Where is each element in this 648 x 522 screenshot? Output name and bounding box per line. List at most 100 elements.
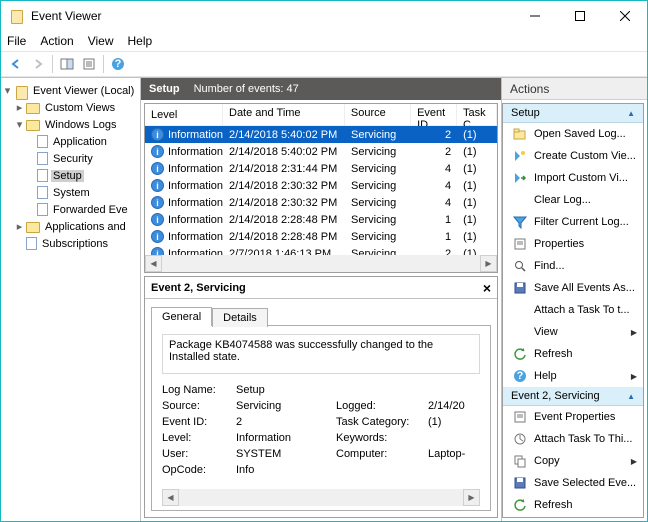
scroll-right-button[interactable]: ▶ bbox=[463, 489, 480, 506]
log-icon bbox=[37, 186, 48, 199]
label-logged: Logged: bbox=[336, 400, 428, 412]
information-icon: i bbox=[151, 247, 164, 255]
tree-forwarded[interactable]: Forwarded Eve bbox=[3, 201, 138, 218]
label: Copy bbox=[534, 455, 560, 467]
tab-general-body: Package KB4074588 was successfully chang… bbox=[151, 325, 491, 511]
action-save-all-events[interactable]: Save All Events As... bbox=[503, 277, 643, 299]
forward-button[interactable] bbox=[27, 53, 49, 75]
tree-subscriptions[interactable]: Subscriptions bbox=[3, 235, 138, 252]
tree-custom-views[interactable]: ▸Custom Views bbox=[3, 99, 138, 116]
menu-view[interactable]: View bbox=[88, 34, 114, 48]
table-row[interactable]: iInformation2/14/2018 2:28:48 PMServicin… bbox=[145, 211, 497, 228]
grid-body[interactable]: iInformation2/14/2018 5:40:02 PMServicin… bbox=[145, 126, 497, 255]
action-properties[interactable]: Properties bbox=[503, 233, 643, 255]
tab-general[interactable]: General bbox=[151, 307, 212, 326]
events-grid[interactable]: Level Date and Time Source Event ID Task… bbox=[144, 103, 498, 273]
properties-icon bbox=[513, 237, 527, 251]
action-attach-task-event[interactable]: Attach Task To Thi... bbox=[503, 428, 643, 450]
menu-help[interactable]: Help bbox=[128, 34, 153, 48]
titlebar[interactable]: Event Viewer bbox=[1, 1, 647, 31]
svg-text:?: ? bbox=[517, 370, 524, 382]
back-button[interactable] bbox=[5, 53, 27, 75]
action-save-selected[interactable]: Save Selected Eve... bbox=[503, 472, 643, 494]
action-filter-log[interactable]: Filter Current Log... bbox=[503, 211, 643, 233]
tree-pane[interactable]: ▾Event Viewer (Local) ▸Custom Views ▾Win… bbox=[1, 78, 141, 521]
tree-apps-services[interactable]: ▸Applications and bbox=[3, 218, 138, 235]
action-help-submenu[interactable]: ?Help▶ bbox=[503, 365, 643, 387]
action-event-properties[interactable]: Event Properties bbox=[503, 406, 643, 428]
action-clear-log[interactable]: Clear Log... bbox=[503, 189, 643, 211]
source: Servicing bbox=[345, 214, 411, 226]
source: Servicing bbox=[345, 197, 411, 209]
table-row[interactable]: iInformation2/7/2018 1:46:13 PMServicing… bbox=[145, 245, 497, 255]
col-source[interactable]: Source bbox=[345, 104, 411, 125]
table-row[interactable]: iInformation2/14/2018 2:30:32 PMServicin… bbox=[145, 177, 497, 194]
toolbar-separator bbox=[52, 55, 53, 73]
action-attach-task[interactable]: Attach a Task To t... bbox=[503, 299, 643, 321]
actions-section-setup[interactable]: Setup▲ bbox=[503, 104, 643, 123]
grid-h-scrollbar[interactable]: ◀▶ bbox=[145, 255, 497, 272]
close-detail-button[interactable]: × bbox=[483, 280, 491, 296]
actions-list: Setup▲ Open Saved Log... Create Custom V… bbox=[502, 103, 644, 518]
table-row[interactable]: iInformation2/14/2018 2:28:48 PMServicin… bbox=[145, 228, 497, 245]
scroll-right-button[interactable]: ▶ bbox=[480, 255, 497, 272]
col-level[interactable]: Level bbox=[145, 104, 223, 125]
scroll-left-button[interactable]: ◀ bbox=[162, 489, 179, 506]
table-row[interactable]: iInformation2/14/2018 2:30:32 PMServicin… bbox=[145, 194, 497, 211]
level: Information bbox=[168, 180, 223, 192]
label: Import Custom Vi... bbox=[534, 172, 628, 184]
properties-button[interactable] bbox=[78, 53, 100, 75]
table-row[interactable]: iInformation2/14/2018 2:31:44 PMServicin… bbox=[145, 160, 497, 177]
tree-security[interactable]: Security bbox=[3, 150, 138, 167]
clear-icon bbox=[513, 193, 527, 207]
col-date[interactable]: Date and Time bbox=[223, 104, 345, 125]
event-id: 4 bbox=[411, 163, 457, 175]
tree-setup[interactable]: Setup bbox=[3, 167, 138, 184]
menu-file[interactable]: File bbox=[7, 34, 26, 48]
col-task-category[interactable]: Task C... bbox=[457, 104, 497, 125]
expand-icon[interactable]: ▸ bbox=[15, 222, 24, 231]
table-row[interactable]: iInformation2/14/2018 5:40:02 PMServicin… bbox=[145, 126, 497, 143]
date: 2/14/2018 2:31:44 PM bbox=[223, 163, 345, 175]
value-user: SYSTEM bbox=[236, 448, 336, 460]
collapse-icon[interactable]: ▾ bbox=[15, 120, 24, 129]
maximize-button[interactable] bbox=[557, 1, 602, 31]
tree-windows-logs[interactable]: ▾Windows Logs bbox=[3, 116, 138, 133]
scroll-left-button[interactable]: ◀ bbox=[145, 255, 162, 272]
app-icon bbox=[14, 84, 28, 98]
help-button[interactable]: ? bbox=[107, 53, 129, 75]
close-button[interactable] bbox=[602, 1, 647, 31]
tree-root[interactable]: ▾Event Viewer (Local) bbox=[3, 82, 138, 99]
action-open-saved-log[interactable]: Open Saved Log... bbox=[503, 123, 643, 145]
action-find[interactable]: Find... bbox=[503, 255, 643, 277]
menubar: File Action View Help bbox=[1, 31, 647, 51]
tab-details[interactable]: Details bbox=[212, 308, 268, 327]
center-pane: Setup Number of events: 47 Level Date an… bbox=[141, 78, 502, 521]
expand-icon[interactable]: ▸ bbox=[15, 103, 24, 112]
action-refresh-event[interactable]: Refresh bbox=[503, 494, 643, 516]
action-help-event-submenu[interactable]: ?Help▶ bbox=[503, 516, 643, 518]
detail-h-scrollbar[interactable]: ◀▶ bbox=[162, 489, 480, 506]
menu-action[interactable]: Action bbox=[40, 34, 73, 48]
date: 2/14/2018 2:30:32 PM bbox=[223, 197, 345, 209]
event-message[interactable]: Package KB4074588 was successfully chang… bbox=[162, 334, 480, 374]
label-source: Source: bbox=[162, 400, 236, 412]
actions-section-event[interactable]: Event 2, Servicing▲ bbox=[503, 387, 643, 406]
submenu-arrow-icon: ▶ bbox=[631, 328, 637, 337]
action-copy-submenu[interactable]: Copy▶ bbox=[503, 450, 643, 472]
table-row[interactable]: iInformation2/14/2018 5:40:02 PMServicin… bbox=[145, 143, 497, 160]
tree-application[interactable]: Application bbox=[3, 133, 138, 150]
action-create-custom-view[interactable]: Create Custom Vie... bbox=[503, 145, 643, 167]
tree-system[interactable]: System bbox=[3, 184, 138, 201]
label: Properties bbox=[534, 238, 584, 250]
label: Create Custom Vie... bbox=[534, 150, 636, 162]
minimize-button[interactable] bbox=[512, 1, 557, 31]
action-view-submenu[interactable]: View▶ bbox=[503, 321, 643, 343]
label: Application bbox=[51, 136, 109, 148]
action-refresh[interactable]: Refresh bbox=[503, 343, 643, 365]
collapse-icon[interactable]: ▾ bbox=[3, 86, 12, 95]
task-cat: (1) bbox=[457, 163, 497, 175]
col-event-id[interactable]: Event ID bbox=[411, 104, 457, 125]
action-import-custom-view[interactable]: Import Custom Vi... bbox=[503, 167, 643, 189]
show-hide-tree-button[interactable] bbox=[56, 53, 78, 75]
